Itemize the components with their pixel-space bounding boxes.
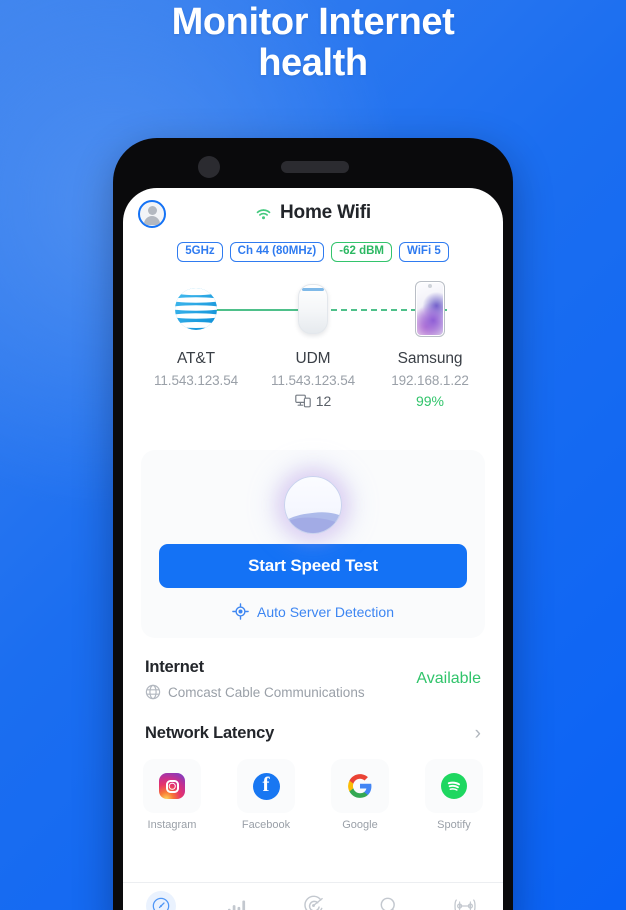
app-header: Home Wifi xyxy=(123,188,503,240)
nav-item-scan[interactable] xyxy=(275,883,351,910)
badge-wifi-standard[interactable]: WiFi 5 xyxy=(398,242,449,263)
bottom-navigation xyxy=(123,882,503,910)
internet-section[interactable]: Internet Comcast Cable Communications Av… xyxy=(145,658,481,700)
network-latency-row[interactable]: Network Latency › xyxy=(145,724,481,743)
spotify-icon xyxy=(441,773,467,800)
app-screen: Home Wifi 5GHz Ch 44 (80MHz) -62 dBM WiF… xyxy=(123,188,503,910)
nav-item-search[interactable] xyxy=(351,883,427,910)
badge-band[interactable]: 5GHz xyxy=(177,242,223,263)
facebook-icon: f xyxy=(252,772,280,800)
topology-node-device[interactable]: Samsung 192.168.1.22 99% xyxy=(371,278,489,409)
earpiece-speaker xyxy=(281,161,349,173)
devices-icon xyxy=(294,394,311,408)
app-label-google: Google xyxy=(342,819,378,832)
ping-nodes-icon xyxy=(454,898,476,910)
promo-headline: Monitor Internet health xyxy=(0,1,626,85)
wifi-icon xyxy=(256,208,271,219)
isp-row: Comcast Cable Communications xyxy=(145,684,365,700)
devices-count: 12 xyxy=(315,393,332,410)
internet-title: Internet xyxy=(145,658,204,677)
radar-scan-icon xyxy=(303,895,323,910)
node-ip-router: 11.543.123.54 xyxy=(270,373,356,389)
speed-orb-icon xyxy=(159,466,467,544)
node-ip-device: 192.168.1.22 xyxy=(391,373,469,389)
promo-headline-line2: health xyxy=(258,42,368,85)
app-label-instagram: Instagram xyxy=(147,819,197,832)
badge-channel[interactable]: Ch 44 (80MHz) xyxy=(229,242,325,263)
connected-devices: 12 xyxy=(254,393,372,409)
nav-item-ping[interactable] xyxy=(427,883,503,910)
app-shortcut-spotify[interactable]: Spotify xyxy=(423,759,485,831)
google-icon xyxy=(348,774,372,799)
bar-chart-icon xyxy=(227,900,246,910)
instagram-icon xyxy=(159,773,185,800)
chevron-right-icon: › xyxy=(474,723,481,745)
app-shortcuts: Instagram f Facebook Google Spotify xyxy=(141,759,485,831)
app-shortcut-google[interactable]: Google xyxy=(329,759,391,831)
topology-node-isp[interactable]: AT&T 11.543.123.54 xyxy=(137,278,255,388)
udm-router-icon xyxy=(254,278,372,340)
device-signal-percent: 99% xyxy=(415,393,445,410)
app-shortcut-instagram[interactable]: Instagram xyxy=(141,759,203,831)
phone-mockup: Home Wifi 5GHz Ch 44 (80MHz) -62 dBM WiF… xyxy=(113,138,513,910)
wifi-badges: 5GHz Ch 44 (80MHz) -62 dBM WiFi 5 xyxy=(123,242,503,263)
topology-node-router[interactable]: UDM 11.543.123.54 12 xyxy=(254,278,372,409)
node-name-device: Samsung xyxy=(397,350,463,368)
auto-server-label: Auto Server Detection xyxy=(257,603,394,620)
network-topology: AT&T 11.543.123.54 UDM 11.543.123.54 12 … xyxy=(123,278,503,428)
promo-headline-line1: Monitor Internet xyxy=(171,1,455,43)
magnifier-icon xyxy=(380,897,395,910)
internet-status-badge: Available xyxy=(416,670,481,688)
node-name-isp: AT&T xyxy=(176,350,216,368)
badge-signal[interactable]: -62 dBM xyxy=(331,242,392,263)
isp-name: Comcast Cable Communications xyxy=(168,684,365,700)
nav-item-stats[interactable] xyxy=(199,883,275,910)
auto-server-detection[interactable]: Auto Server Detection xyxy=(159,603,467,621)
app-label-spotify: Spotify xyxy=(437,819,471,832)
node-ip-isp: 11.543.123.54 xyxy=(153,373,239,389)
node-name-router: UDM xyxy=(295,350,331,368)
att-globe-icon xyxy=(137,278,255,340)
samsung-phone-icon xyxy=(371,278,489,340)
nav-item-speed[interactable] xyxy=(123,883,199,910)
app-label-facebook: Facebook xyxy=(241,819,291,832)
ssid-label: Home Wifi xyxy=(280,202,371,223)
network-latency-label: Network Latency xyxy=(145,724,275,743)
app-shortcut-facebook[interactable]: f Facebook xyxy=(235,759,297,831)
speedometer-icon xyxy=(152,897,170,910)
ssid-header[interactable]: Home Wifi xyxy=(123,202,503,224)
target-icon xyxy=(232,603,249,621)
speed-test-card: Start Speed Test Auto Server Detection xyxy=(141,450,485,639)
front-camera-icon xyxy=(198,156,220,178)
start-speed-test-button[interactable]: Start Speed Test xyxy=(159,544,467,589)
globe-icon xyxy=(145,685,161,700)
